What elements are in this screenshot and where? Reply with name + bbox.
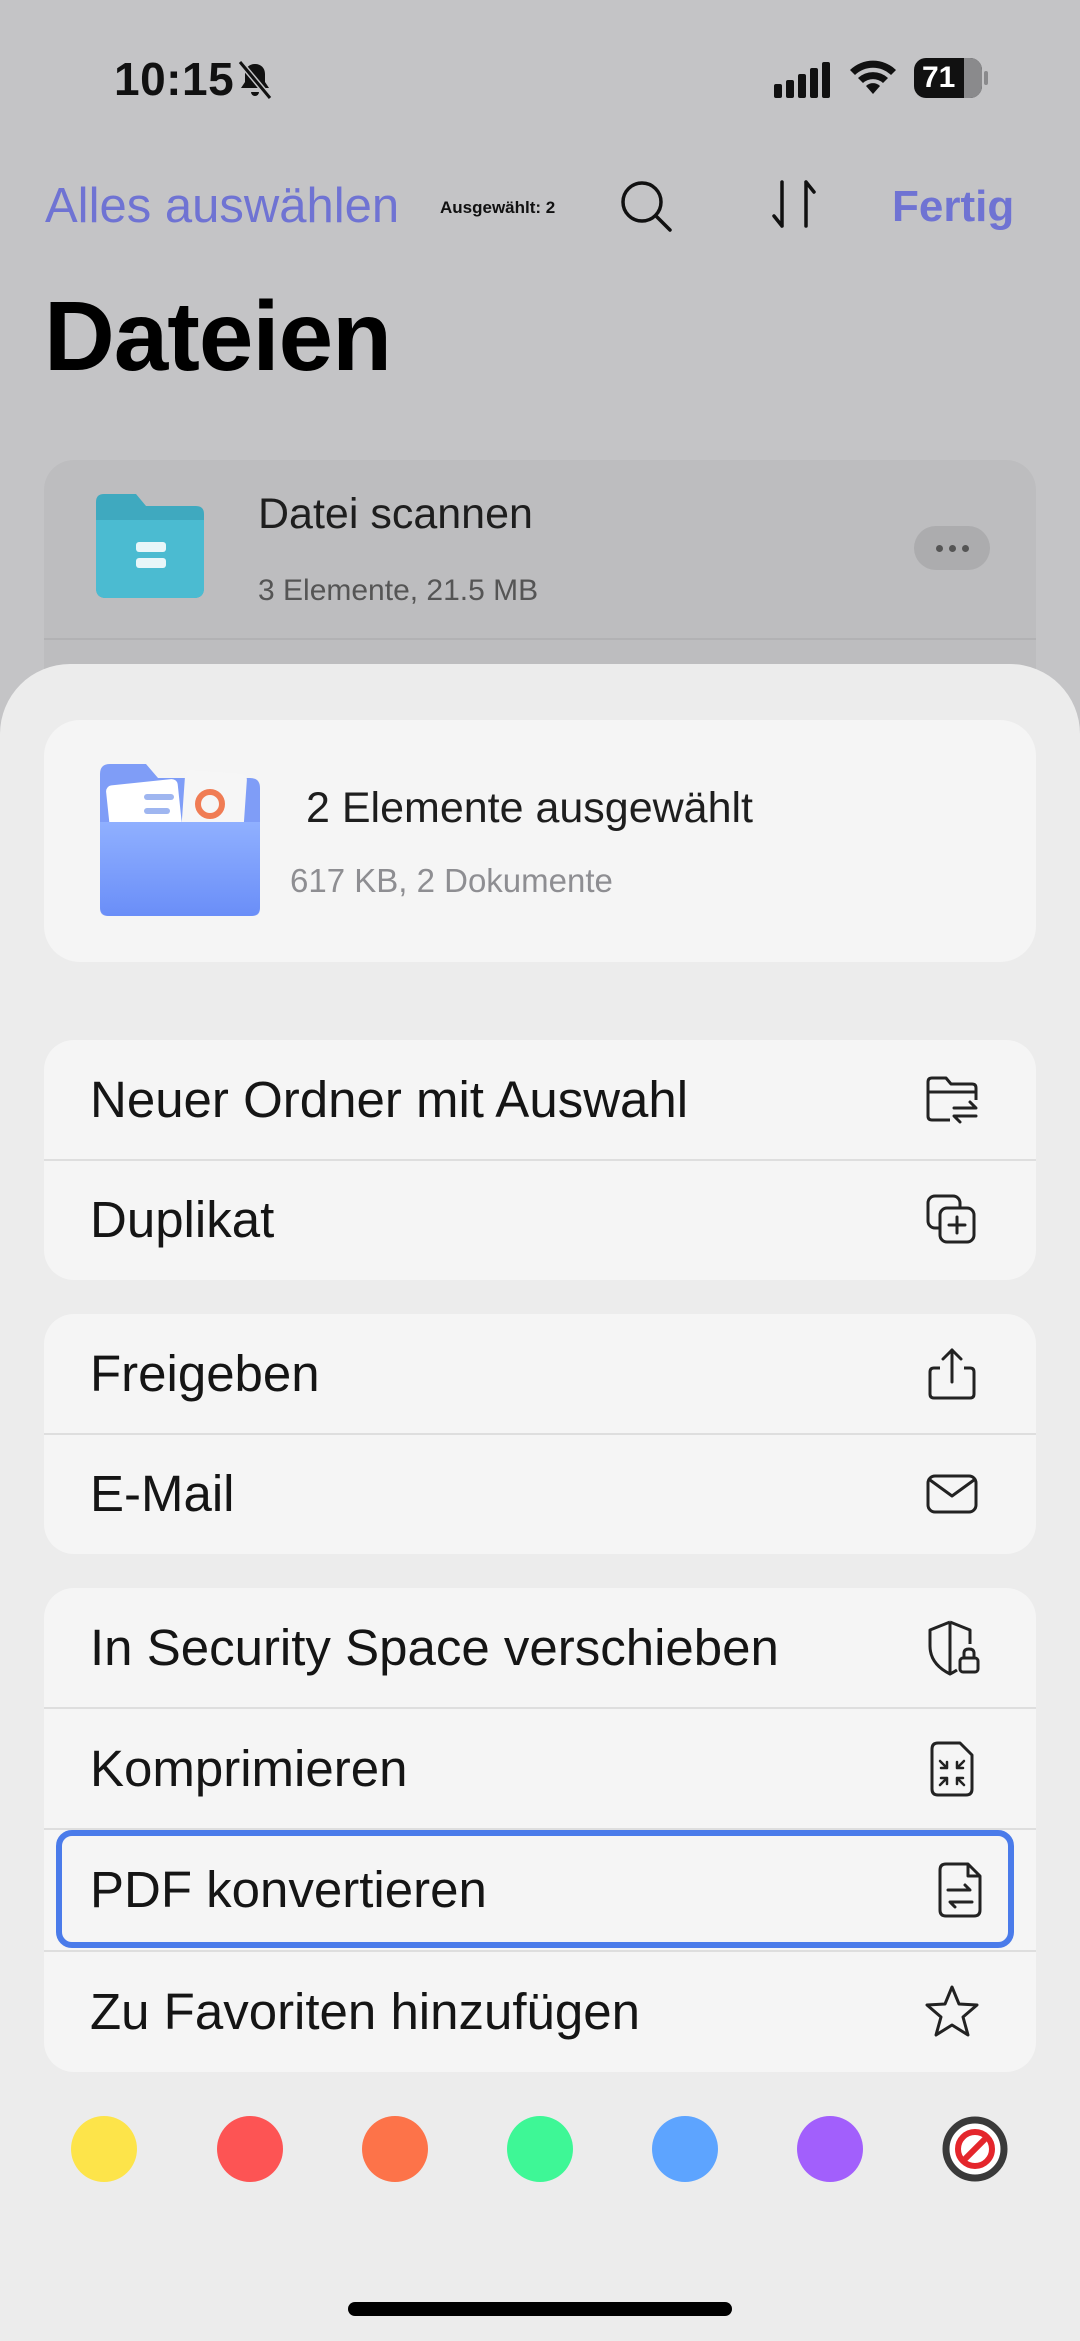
color-tag-orange[interactable] bbox=[362, 2116, 428, 2182]
folder-move-icon bbox=[926, 1076, 978, 1124]
select-all-button[interactable]: Alles auswählen bbox=[45, 178, 399, 234]
color-tag-red[interactable] bbox=[217, 2116, 283, 2182]
color-tag-purple[interactable] bbox=[797, 2116, 863, 2182]
battery-icon: 71 bbox=[914, 58, 988, 98]
action-group-share: Freigeben E-Mail bbox=[44, 1314, 1036, 1554]
compress-button[interactable]: Komprimieren bbox=[44, 1709, 1036, 1829]
no-color-tag-icon[interactable] bbox=[942, 2116, 1008, 2182]
selection-title: 2 Elemente ausgewählt bbox=[306, 784, 754, 832]
selection-meta: 617 KB, 2 Dokumente bbox=[290, 862, 613, 899]
selected-count: Ausgewählt: 2 bbox=[440, 198, 556, 217]
mail-icon bbox=[926, 1474, 978, 1514]
new-folder-with-selection-button[interactable]: Neuer Ordner mit Auswahl bbox=[44, 1040, 1036, 1160]
more-dot bbox=[961, 544, 969, 552]
action-label: In Security Space verschieben bbox=[90, 1619, 779, 1676]
action-label: Freigeben bbox=[90, 1345, 320, 1402]
sort-icon[interactable] bbox=[768, 176, 820, 232]
file-meta: 3 Elemente, 21.5 MB bbox=[258, 574, 539, 607]
duplicate-icon bbox=[926, 1194, 976, 1244]
compress-icon bbox=[930, 1741, 974, 1797]
wifi-icon bbox=[850, 60, 896, 94]
action-label: Duplikat bbox=[90, 1191, 275, 1248]
page-title: Dateien bbox=[44, 281, 392, 391]
duplicate-button[interactable]: Duplikat bbox=[44, 1160, 1036, 1280]
done-button[interactable]: Fertig bbox=[892, 182, 1014, 232]
battery-level: 71 bbox=[922, 61, 956, 94]
more-dot bbox=[935, 544, 943, 552]
more-options-button[interactable] bbox=[914, 526, 990, 570]
add-to-favorites-button[interactable]: Zu Favoriten hinzufügen bbox=[44, 1952, 1036, 2072]
status-time: 10:15 bbox=[114, 53, 235, 105]
documents-folder-icon bbox=[100, 764, 260, 916]
search-icon[interactable] bbox=[618, 178, 674, 234]
home-indicator[interactable] bbox=[348, 2302, 732, 2316]
selection-highlight bbox=[56, 1830, 1014, 1948]
action-label: Zu Favoriten hinzufügen bbox=[90, 1983, 640, 2040]
email-button[interactable]: E-Mail bbox=[44, 1434, 1036, 1554]
bell-slash-icon bbox=[237, 60, 273, 100]
color-tag-blue[interactable] bbox=[652, 2116, 718, 2182]
divider bbox=[44, 638, 1036, 640]
color-tag-yellow[interactable] bbox=[71, 2116, 137, 2182]
folder-icon bbox=[96, 494, 204, 598]
move-to-security-space-button[interactable]: In Security Space verschieben bbox=[44, 1588, 1036, 1708]
shield-lock-icon bbox=[928, 1620, 980, 1676]
action-label: Komprimieren bbox=[90, 1740, 408, 1797]
star-icon bbox=[925, 1985, 979, 2037]
action-label: E-Mail bbox=[90, 1465, 235, 1522]
color-tag-green[interactable] bbox=[507, 2116, 573, 2182]
action-label: Neuer Ordner mit Auswahl bbox=[90, 1071, 689, 1128]
file-name: Datei scannen bbox=[258, 490, 533, 538]
action-group-organize: Neuer Ordner mit Auswahl Duplikat bbox=[44, 1040, 1036, 1280]
more-dot bbox=[948, 544, 956, 552]
share-icon bbox=[928, 1348, 976, 1400]
cellular-signal-icon bbox=[774, 62, 830, 98]
share-button[interactable]: Freigeben bbox=[44, 1314, 1036, 1434]
